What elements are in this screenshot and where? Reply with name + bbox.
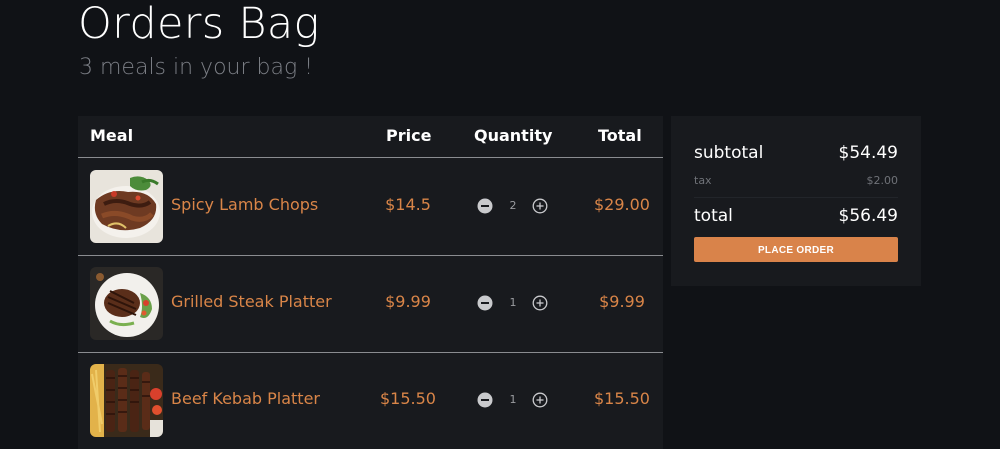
page-subtitle: 3 meals in your bag ! [79, 55, 313, 80]
place-order-button[interactable]: PLACE ORDER [694, 237, 898, 262]
table-row: Grilled Steak Platter $9.99 1 $9.99 [78, 255, 663, 353]
meal-price: $14.5 [385, 195, 431, 214]
total-label: total [694, 206, 733, 226]
column-header-meal: Meal [90, 126, 134, 145]
plus-circle-icon[interactable] [532, 198, 548, 214]
column-header-quantity: Quantity [474, 126, 553, 145]
meal-image [90, 267, 163, 340]
table-header: Meal Price Quantity Total [78, 116, 663, 158]
meal-price: $15.50 [380, 389, 436, 408]
quantity-value: 1 [509, 296, 517, 309]
quantity-stepper: 1 [477, 295, 549, 313]
tax-label: tax [694, 174, 712, 187]
minus-circle-icon[interactable] [477, 198, 493, 214]
quantity-stepper: 2 [477, 198, 549, 216]
minus-circle-icon[interactable] [477, 392, 493, 408]
orders-table: Meal Price Quantity Total Spicy Lamb Cho… [78, 116, 663, 449]
quantity-value: 2 [509, 199, 517, 212]
meal-image [90, 364, 163, 437]
table-row: Spicy Lamb Chops $14.5 2 $29.00 [78, 158, 663, 256]
meal-name[interactable]: Beef Kebab Platter [171, 389, 320, 408]
meal-price: $9.99 [385, 292, 431, 311]
quantity-value: 1 [509, 393, 517, 406]
plus-circle-icon[interactable] [532, 392, 548, 408]
minus-circle-icon[interactable] [477, 295, 493, 311]
summary-divider [694, 197, 898, 198]
quantity-stepper: 1 [477, 392, 549, 410]
column-header-total: Total [598, 126, 642, 145]
order-summary: subtotal $54.49 tax $2.00 total $56.49 P… [671, 116, 921, 286]
meal-image [90, 170, 163, 243]
orders-bag-page: Orders Bag 3 meals in your bag ! Meal Pr… [0, 0, 1000, 449]
plus-circle-icon[interactable] [532, 295, 548, 311]
meal-total: $9.99 [599, 292, 645, 311]
subtotal-value: $54.49 [838, 143, 898, 163]
table-row: Beef Kebab Platter $15.50 1 $15.50 [78, 352, 663, 449]
meal-total: $15.50 [594, 389, 650, 408]
subtotal-label: subtotal [694, 143, 764, 163]
total-value: $56.49 [838, 206, 898, 226]
meal-name[interactable]: Grilled Steak Platter [171, 292, 332, 311]
page-title: Orders Bag [78, 0, 320, 49]
meal-name[interactable]: Spicy Lamb Chops [171, 195, 318, 214]
column-header-price: Price [386, 126, 432, 145]
meal-total: $29.00 [594, 195, 650, 214]
tax-value: $2.00 [866, 174, 899, 187]
